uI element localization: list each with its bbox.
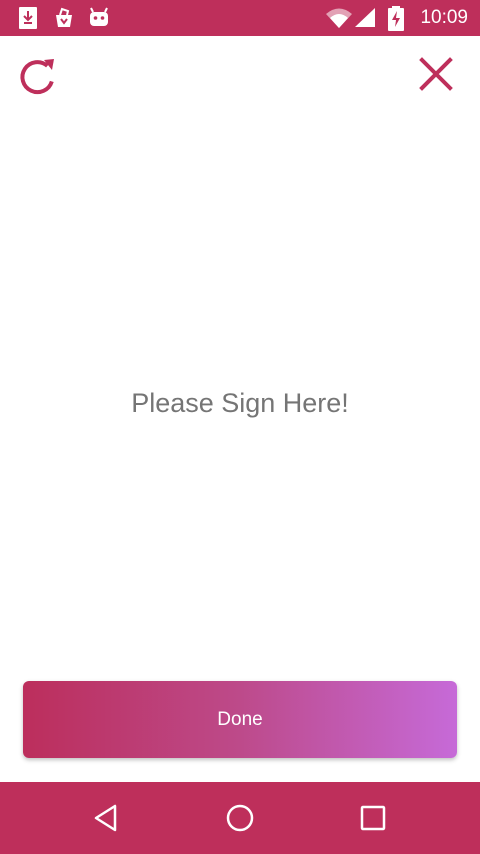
refresh-button[interactable] [16, 55, 60, 99]
signal-icon [355, 8, 375, 27]
back-button[interactable] [87, 798, 127, 838]
shop-bag-icon [56, 7, 72, 27]
navigation-bar [0, 782, 480, 854]
wifi-icon [326, 8, 352, 28]
home-circle-icon [226, 804, 254, 832]
done-button[interactable]: Done [23, 681, 457, 758]
battery-charging-icon [388, 6, 404, 31]
close-icon [419, 57, 453, 91]
close-button[interactable] [414, 52, 458, 96]
signature-prompt: Please Sign Here! [131, 388, 349, 418]
status-time: 10:09 [420, 7, 468, 28]
status-bar: 10:09 [0, 0, 480, 36]
recent-square-icon [360, 805, 386, 831]
back-triangle-icon [94, 804, 117, 832]
recent-apps-button[interactable] [353, 798, 393, 838]
download-icon [19, 7, 37, 29]
refresh-icon [20, 59, 54, 95]
android-icon [90, 7, 108, 26]
home-button[interactable] [220, 798, 260, 838]
